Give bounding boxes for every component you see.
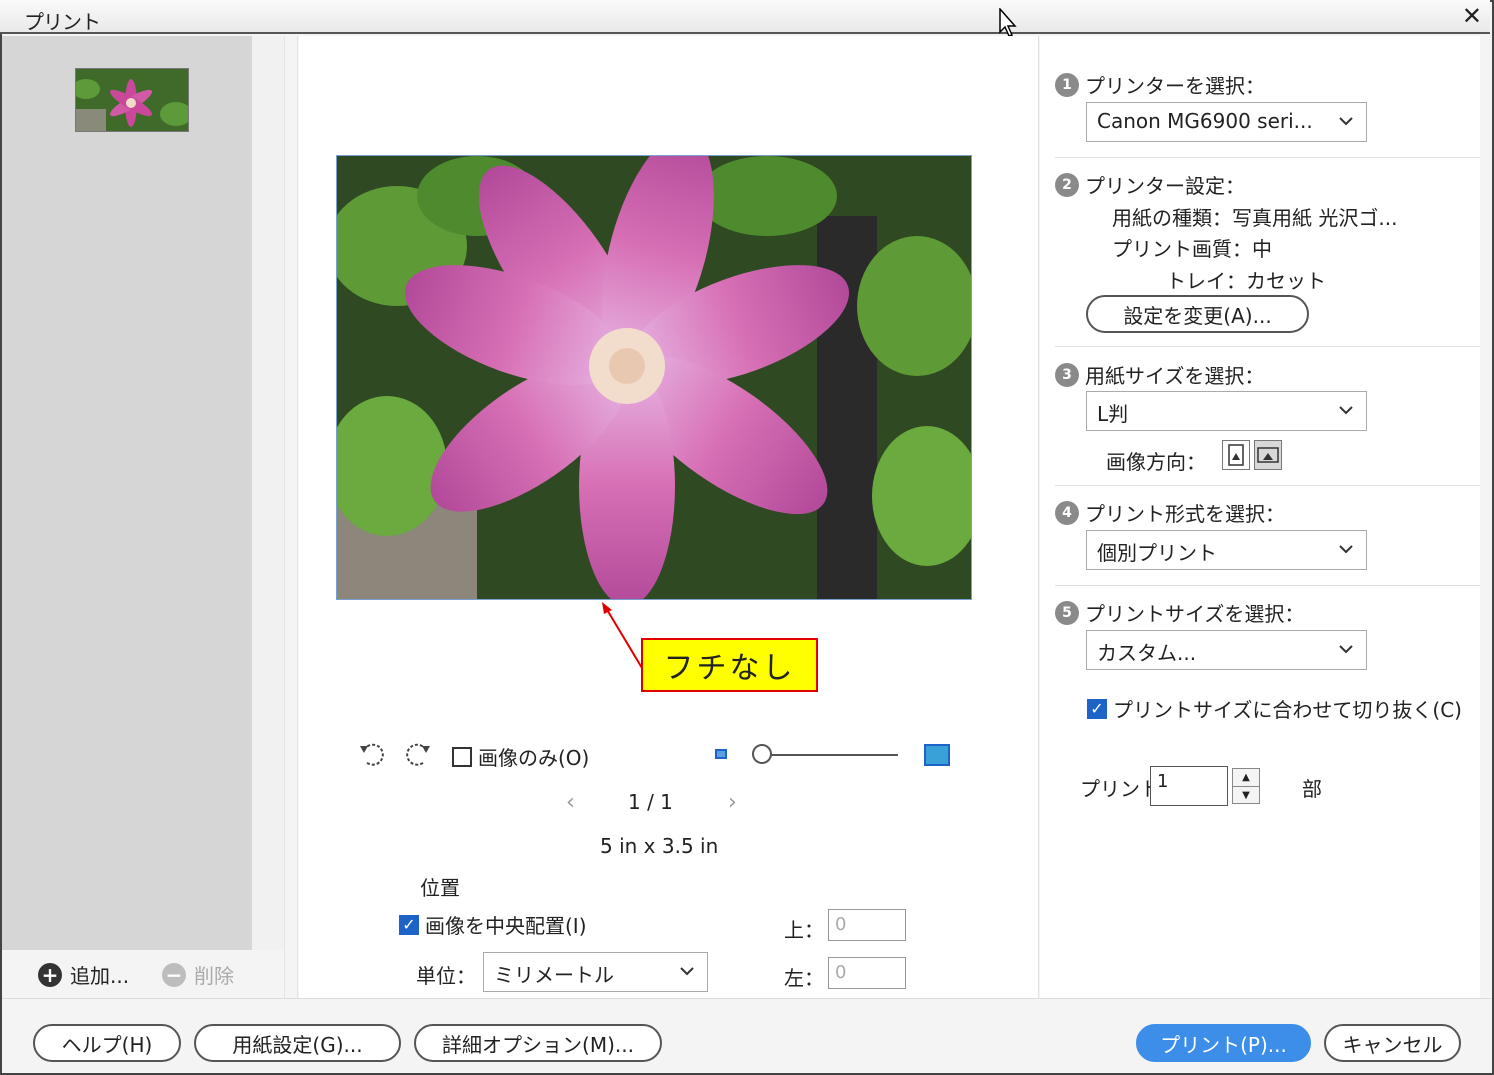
unit-select[interactable]: ミリメートル [483,952,708,992]
print-quality-info: プリント画質：中 [1112,237,1272,261]
rotate-left-icon[interactable] [358,740,386,768]
title-bar: プリント ✕ [0,0,1490,34]
step4-heading: 4 プリント形式を選択： [1055,498,1285,527]
step3-heading: 3 用紙サイズを選択： [1055,360,1264,389]
print-dimensions: 5 in x 3.5 in [600,834,719,858]
divider [1055,346,1480,347]
minus-icon: − [162,962,186,987]
zoom-slider-handle[interactable] [752,744,772,764]
print-button[interactable]: プリント(P)... [1136,1024,1311,1062]
image-only-label: 画像のみ(O) [478,746,590,770]
portrait-orientation-icon[interactable] [1222,440,1250,470]
change-settings-button[interactable]: 設定を変更(A)... [1086,295,1309,333]
step1-number: 1 [1055,72,1079,97]
paper-type-info: 用紙の種類：写真用紙 光沢ゴ... [1112,206,1398,230]
decrement-icon[interactable]: ▼ [1233,786,1259,803]
add-button[interactable]: + 追加... [38,960,129,989]
cancel-button[interactable]: キャンセル [1324,1024,1461,1062]
help-button[interactable]: ヘルプ(H) [33,1024,181,1062]
divider [1055,485,1480,486]
print-type-value: 個別プリント [1097,541,1217,565]
rotate-right-icon[interactable] [404,740,432,768]
center-image-box[interactable] [399,914,419,935]
paper-size-select[interactable]: L判 [1086,391,1367,431]
divider [1055,585,1480,586]
printer-value: Canon MG6900 seri... [1097,109,1313,133]
chevron-down-icon [1339,545,1353,554]
step5-number: 5 [1055,600,1079,625]
paper-size-value: L判 [1097,402,1129,426]
left-offset-label: 左： [784,966,824,990]
step1-label: プリンターを選択： [1085,74,1265,98]
mouse-cursor-icon [999,8,1017,37]
close-icon[interactable]: ✕ [1462,2,1482,30]
step2-number: 2 [1055,172,1079,197]
copies-label: プリント [1080,777,1160,801]
center-image-label: 画像を中央配置(I) [425,914,587,938]
center-image-checkbox[interactable]: 画像を中央配置(I) [399,910,587,939]
step1-heading: 1 プリンターを選択： [1055,70,1265,99]
step5-label: プリントサイズを選択： [1085,602,1305,626]
printer-select[interactable]: Canon MG6900 seri... [1086,102,1367,142]
step2-label: プリンター設定： [1085,174,1245,198]
step3-number: 3 [1055,362,1079,387]
more-options-button[interactable]: 詳細オプション(M)... [414,1024,662,1062]
step3-label: 用紙サイズを選択： [1085,364,1265,388]
page-indicator: 1 / 1 [628,790,673,814]
tray-info: トレイ：カセット [1166,269,1326,293]
unit-value: ミリメートル [494,963,614,987]
borderless-annotation: フチなし [641,638,818,692]
position-heading: 位置 [420,876,460,900]
zoom-in-icon[interactable] [924,744,950,766]
crop-to-fit-box[interactable] [1087,698,1107,719]
step4-label: プリント形式を選択： [1085,502,1285,526]
previous-page-icon[interactable]: ‹ [566,790,575,815]
copies-stepper[interactable]: ▲ ▼ [1232,768,1260,804]
top-offset-input[interactable]: 0 [828,909,906,941]
delete-button[interactable]: − 削除 [162,960,234,989]
image-only-checkbox[interactable]: 画像のみ(O) [452,742,589,771]
landscape-orientation-icon[interactable] [1254,440,1282,470]
page-setup-button[interactable]: 用紙設定(G)... [194,1024,401,1062]
print-size-value: カスタム... [1097,641,1197,665]
photo-thumbnail[interactable] [75,68,189,132]
crop-to-fit-checkbox[interactable]: プリントサイズに合わせて切り抜く(C) [1087,694,1462,723]
step5-heading: 5 プリントサイズを選択： [1055,598,1304,627]
window-title: プリント [24,10,101,34]
zoom-slider-track[interactable] [770,754,898,756]
image-only-box[interactable] [452,746,472,767]
copies-unit: 部 [1302,777,1322,801]
pane-gap [252,36,284,998]
step4-number: 4 [1055,500,1079,525]
unit-label: 単位： [416,964,476,988]
chevron-down-icon [1339,406,1353,415]
top-offset-label: 上： [784,918,824,942]
increment-icon[interactable]: ▲ [1233,769,1259,786]
print-size-select[interactable]: カスタム... [1086,630,1367,670]
thumbnail-pane [2,36,252,950]
plus-icon: + [38,962,62,987]
delete-label: 削除 [194,964,234,988]
print-type-select[interactable]: 個別プリント [1086,530,1367,570]
orientation-label: 画像方向： [1106,450,1206,474]
step2-heading: 2 プリンター設定： [1055,170,1245,199]
divider [1055,157,1480,158]
left-offset-input[interactable]: 0 [828,957,906,989]
next-page-icon[interactable]: › [728,790,737,815]
chevron-down-icon [680,967,694,976]
zoom-out-icon[interactable] [715,749,727,759]
crop-to-fit-label: プリントサイズに合わせて切り抜く(C) [1113,698,1462,722]
thumbnail-actions: + 追加... − 削除 [2,950,284,998]
preview-photo [336,155,972,600]
copies-input[interactable]: 1 [1150,766,1228,806]
chevron-down-icon [1339,117,1353,126]
chevron-down-icon [1339,645,1353,654]
pane-splitter[interactable] [284,36,298,998]
add-label: 追加... [70,964,130,988]
